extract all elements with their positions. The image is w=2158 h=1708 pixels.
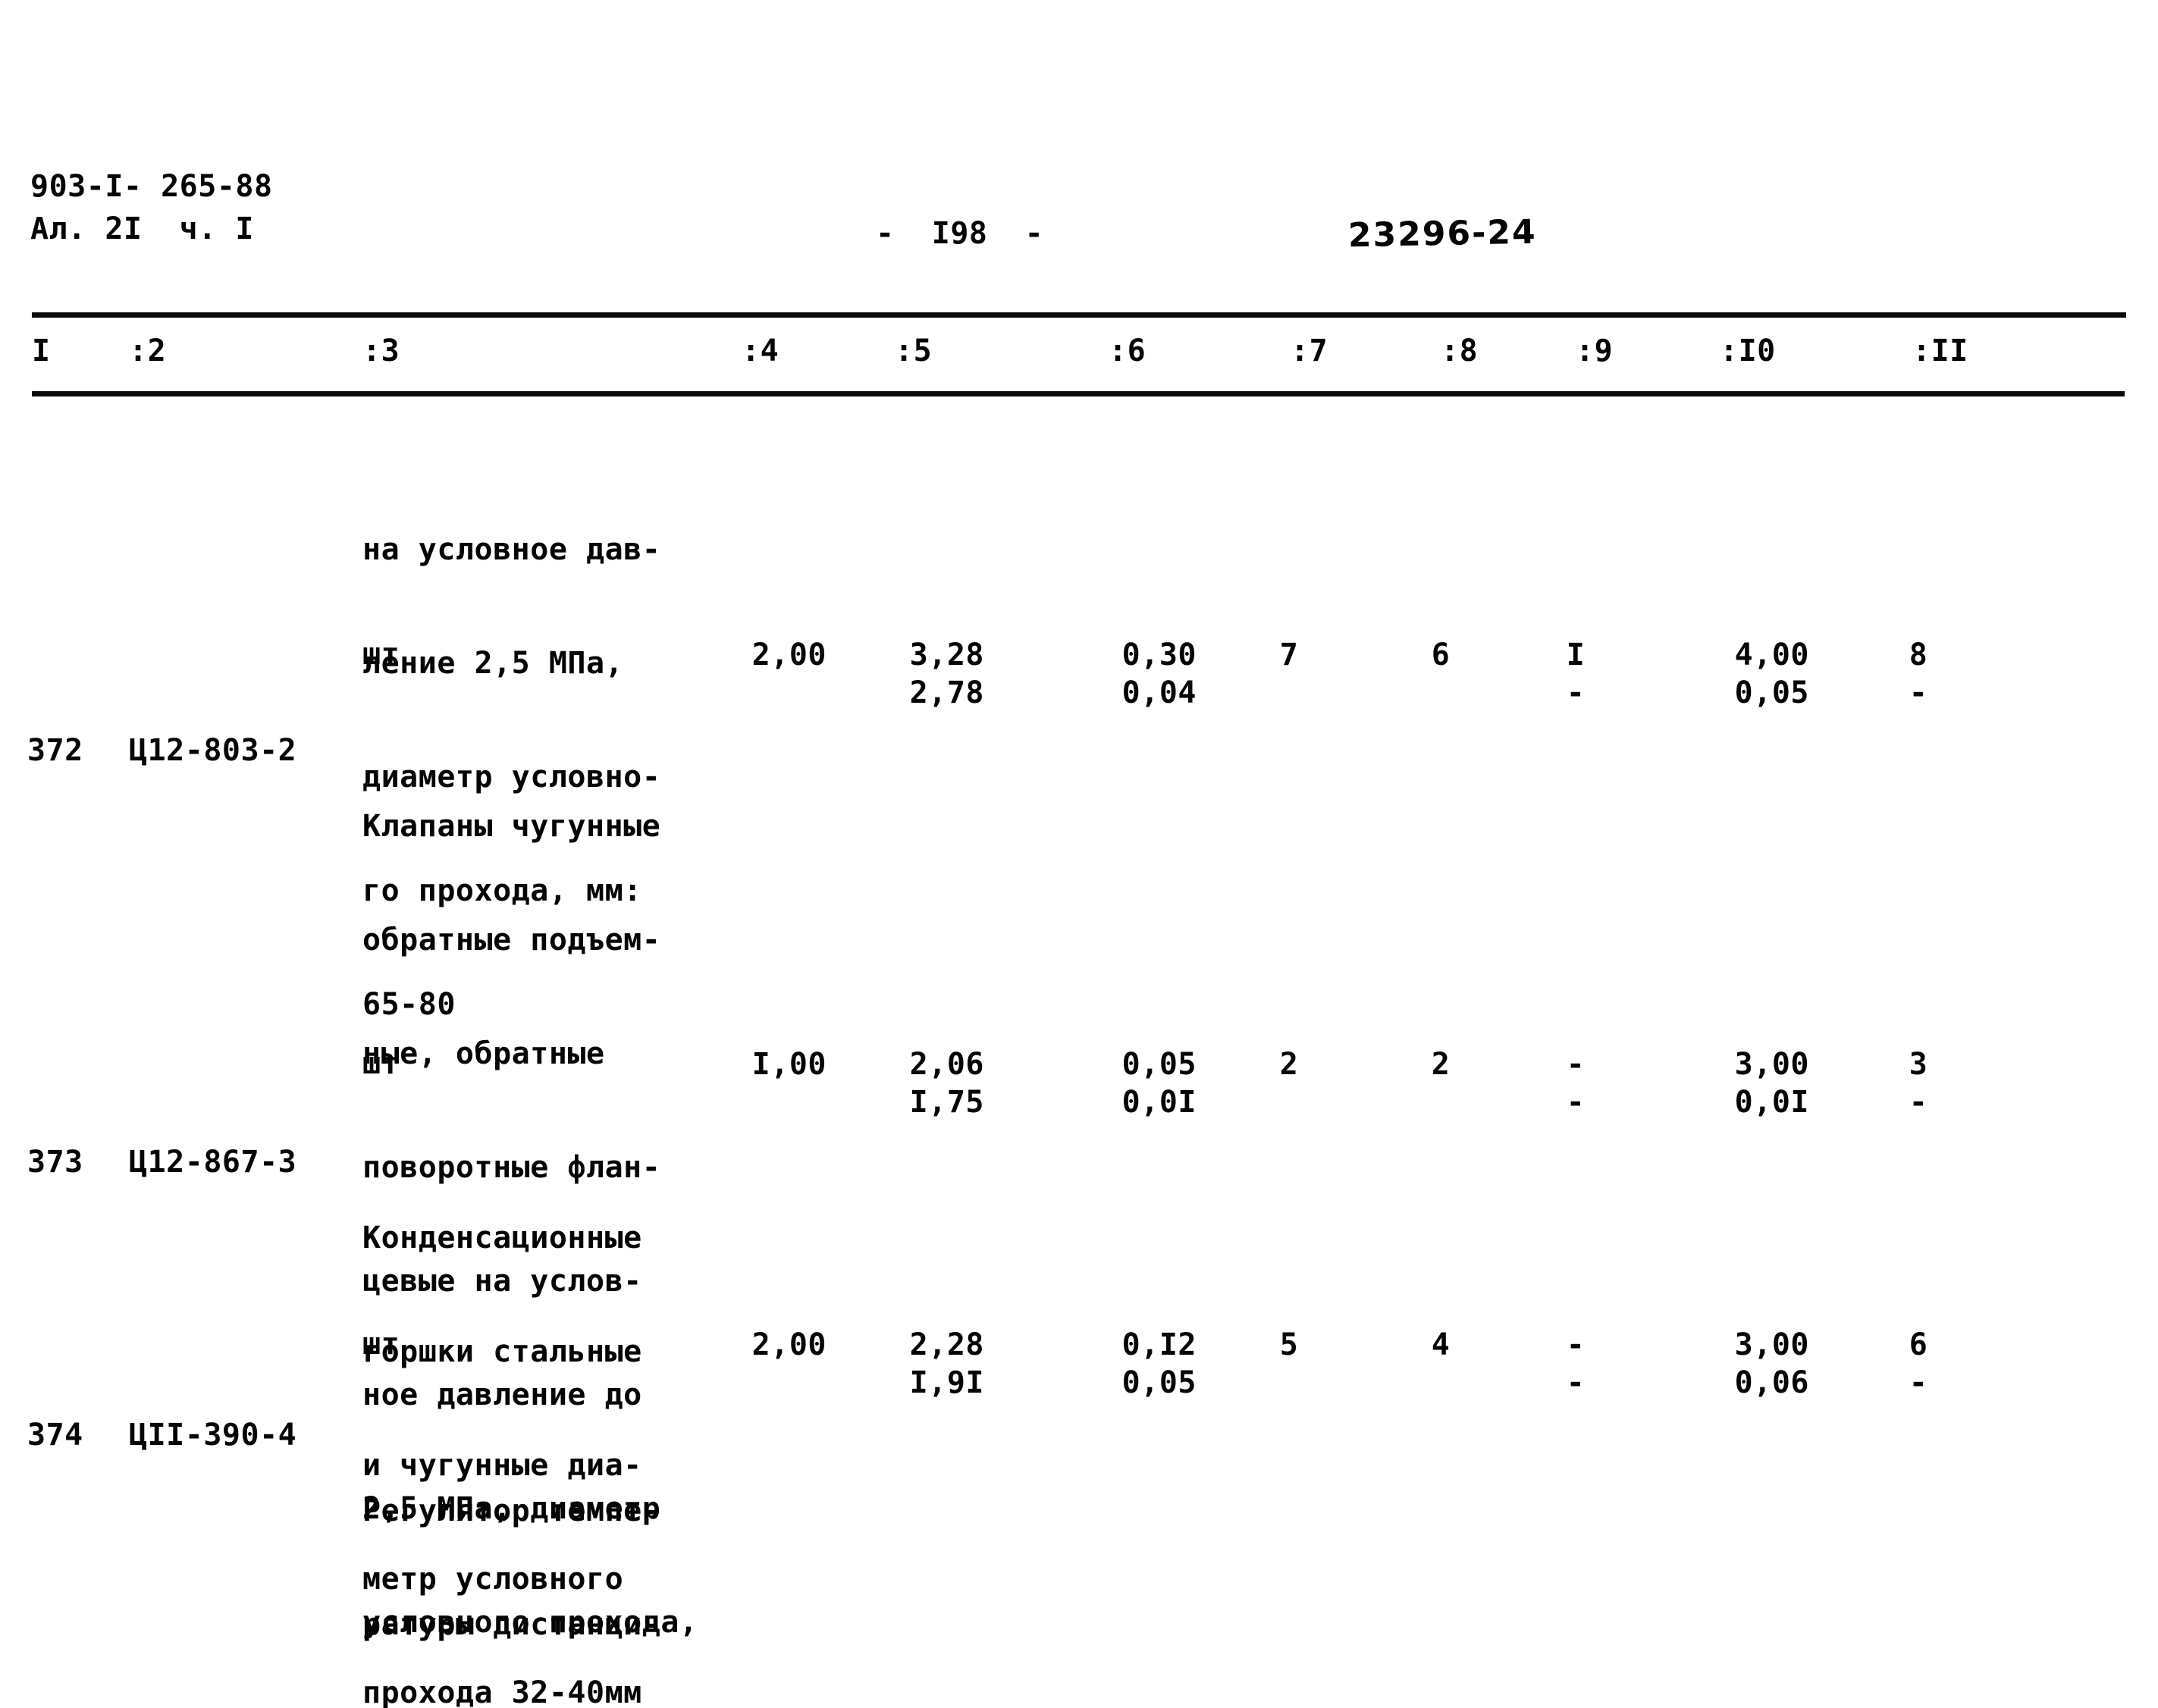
cell-col5-bot: I,75 [909,1085,984,1120]
table-row: Регулятор темпе- ратуры дистанци- онный … [362,1416,679,1708]
cell-col6-top: 0,I2 [1121,1327,1197,1362]
description-line: на условное дав- [362,532,661,567]
cell-col8: 2 [1431,1047,1451,1082]
row-number: 372 [27,733,83,768]
cell-col7: 5 [1279,1327,1299,1362]
description-line: горшки стальные [362,1334,642,1369]
cell-col11-bot: - [1909,1085,1928,1120]
cell-col9-bot: - [1566,675,1586,710]
column-header-9: :9 [1576,334,1614,368]
unit-label: шт [362,1327,400,1362]
cell-col10-top: 4,00 [1734,638,1809,672]
column-header-10: :I0 [1720,334,1776,368]
row-code: ЦII-390-4 [129,1418,297,1453]
document-page: 903-I- 265-88 Ал. 2I ч. I - I98 - 23296-2… [0,0,2158,1708]
cell-col10-bot: 0,0I [1734,1085,1809,1120]
column-header-11: :II [1912,334,1968,368]
row-number: 374 [27,1418,83,1453]
description-line: ные, обратные [362,1036,605,1071]
cell-col11-top: 3 [1909,1047,1928,1082]
column-header-6: :6 [1109,334,1146,368]
table-header-rule [32,391,2125,396]
cell-col11-bot: - [1909,1365,1928,1400]
cell-col6-bot: 0,04 [1121,675,1197,710]
row-number: 373 [27,1145,83,1180]
cell-col10-bot: 0,06 [1734,1365,1809,1400]
description-line: ление 2,5 МПа, [362,646,624,681]
cell-col9-top: - [1566,1327,1586,1362]
unit-label: шт [362,1046,400,1081]
column-header-5: :5 [895,334,933,368]
cell-col7: 2 [1279,1047,1299,1082]
cell-col10-top: 3,00 [1734,1327,1809,1362]
description-line: Клапаны чугунные [362,809,661,844]
cell-col4: I,00 [751,1047,827,1082]
table-top-rule [32,312,2126,318]
cell-col10-top: 3,00 [1734,1047,1809,1082]
cell-col6-bot: 0,0I [1121,1085,1197,1120]
description-line: Конденсационные [362,1221,642,1255]
description-line: обратные подъем- [362,923,661,957]
cell-col8: 6 [1431,638,1451,672]
row-code: Ц12-803-2 [129,733,297,768]
row-code: Ц12-867-3 [129,1145,297,1180]
cell-col5-top: 3,28 [909,638,984,672]
cell-col9-bot: - [1566,1365,1586,1400]
cell-col11-top: 8 [1909,638,1928,672]
column-header-2: :2 [129,334,167,368]
cell-col8: 4 [1431,1327,1451,1362]
cell-col7: 7 [1279,638,1299,672]
cell-col6-top: 0,30 [1121,638,1197,672]
document-code-line-2: Ал. 2I ч. I [30,212,254,246]
document-code-line-1: 903-I- 265-88 [30,169,273,204]
cell-col11-bot: - [1909,675,1928,710]
page-number: - I98 - [876,216,1044,251]
cell-col11-top: 6 [1909,1327,1928,1362]
cell-col5-top: 2,06 [909,1047,984,1082]
cell-col9-bot: - [1566,1085,1586,1120]
cell-col4: 2,00 [751,638,827,672]
unit-label: шт [362,637,400,672]
cell-col10-bot: 0,05 [1734,675,1809,710]
cell-col5-bot: 2,78 [909,675,984,710]
cell-col5-bot: I,9I [909,1365,984,1400]
cell-col6-bot: 0,05 [1121,1365,1197,1400]
column-header-8: :8 [1441,334,1479,368]
column-header-1: I [32,334,51,368]
description-line: Регулятор темпе- [362,1493,661,1528]
cell-col6-top: 0,05 [1121,1047,1197,1082]
column-header-4: :4 [742,334,779,368]
cell-col9-top: I [1566,638,1586,672]
description-line: ратуры дистанци- [362,1607,661,1642]
cell-col4: 2,00 [751,1327,827,1362]
document-code-header: 903-I- 265-88 Ал. 2I ч. I [30,165,273,250]
cell-col9-top: - [1566,1047,1586,1082]
column-header-3: :3 [362,334,400,368]
archive-stamp: 23296-24 [1347,212,1538,255]
cell-col5-top: 2,28 [909,1327,984,1362]
column-header-7: :7 [1291,334,1328,368]
